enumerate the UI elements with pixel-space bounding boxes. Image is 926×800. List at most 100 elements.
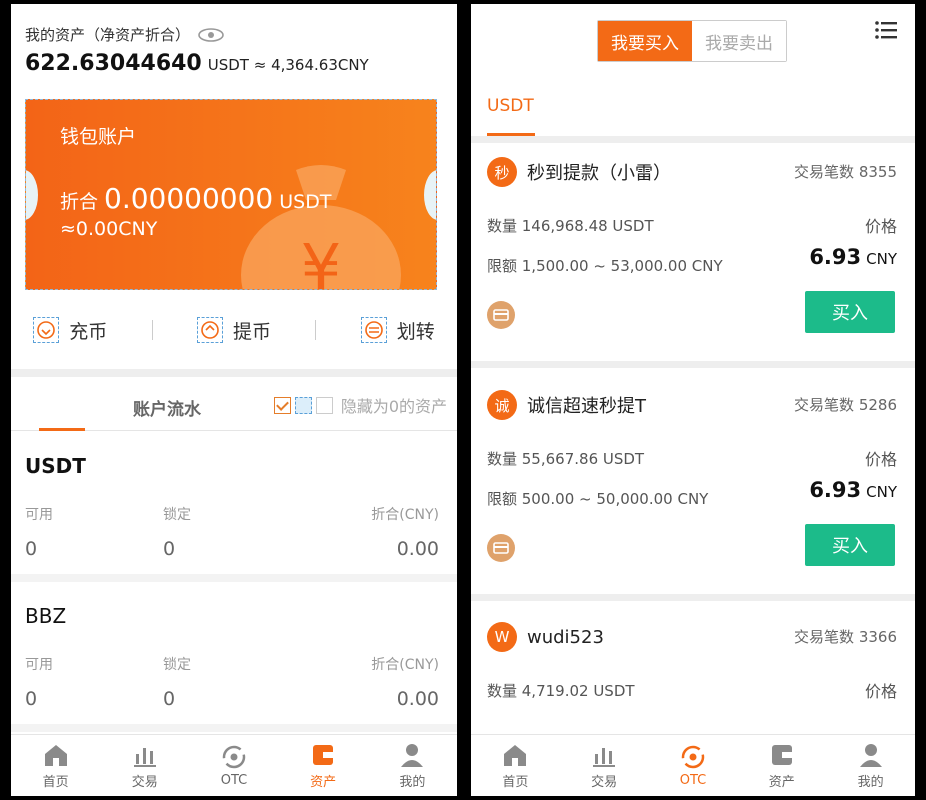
- avatar: 秒: [487, 157, 517, 187]
- cny-label: 折合(CNY): [371, 657, 439, 673]
- wallet-name: 钱包账户: [60, 126, 137, 148]
- assets-screen: 我的资产（净资产折合） 622.63044640 USDT ≈ 4,364.63…: [11, 4, 457, 796]
- wallet-total-label: 折合: [60, 191, 99, 213]
- checkbox-empty-icon[interactable]: [315, 396, 333, 414]
- menu-icon[interactable]: [875, 20, 897, 40]
- buy-tab[interactable]: 我要买入: [598, 21, 692, 61]
- money-bag-icon: ¥: [241, 165, 401, 290]
- price-label: 价格: [864, 682, 897, 701]
- available-value: 0: [25, 688, 38, 710]
- tab-trade[interactable]: 交易: [574, 742, 634, 790]
- user-icon: [401, 743, 424, 767]
- merchant-name[interactable]: 诚信超速秒提T: [527, 392, 646, 418]
- tab-active-indicator: [39, 428, 85, 431]
- tab-account-flow[interactable]: 账户流水: [133, 395, 201, 420]
- tab-assets[interactable]: 资产: [293, 742, 353, 790]
- limit: 限额 500.00 ~ 50,000.00 CNY: [487, 490, 709, 508]
- available-label: 可用: [25, 507, 53, 523]
- quantity: 数量 4,719.02 USDT: [487, 682, 635, 700]
- checkbox-checked-icon[interactable]: [273, 396, 291, 414]
- tab-label: 资产: [310, 774, 337, 790]
- transfer-button[interactable]: 划转: [360, 317, 435, 344]
- withdraw-label: 提币: [232, 320, 271, 343]
- available-label: 可用: [25, 657, 53, 673]
- assets-header: 我的资产（净资产折合） 622.63044640 USDT ≈ 4,364.63…: [25, 24, 369, 76]
- tab-usdt[interactable]: USDT: [487, 96, 534, 116]
- available-value: 0: [25, 538, 38, 560]
- tab-home[interactable]: 首页: [26, 742, 86, 790]
- locked-label: 锁定: [163, 657, 191, 673]
- tab-label: OTC: [220, 772, 248, 788]
- home-icon: [44, 744, 67, 766]
- bottom-tabbar: 首页 交易 OTC 资产 我的: [471, 734, 915, 796]
- tab-assets[interactable]: 资产: [752, 742, 812, 790]
- wallet-cny: ≈0.00CNY: [60, 218, 158, 240]
- wallet-card[interactable]: ¥ 钱包账户 折合 0.00000000 USDT ≈0.00CNY: [25, 99, 437, 290]
- limit: 限额 1,500.00 ~ 53,000.00 CNY: [487, 257, 723, 275]
- price-value: 6.93: [809, 478, 862, 502]
- tab-mine[interactable]: 我的: [382, 742, 442, 790]
- hide-zero-toggle[interactable]: 隐藏为0的资产: [273, 393, 447, 417]
- price-unit: CNY: [866, 250, 897, 268]
- section-divider: [471, 594, 915, 601]
- quantity: 数量 146,968.48 USDT: [487, 217, 654, 235]
- ad-card[interactable]: 诚 诚信超速秒提T 交易笔数 5286 数量 55,667.86 USDT 价格…: [471, 376, 915, 594]
- deposit-icon: [33, 317, 60, 343]
- merchant-name[interactable]: 秒到提款（小雷）: [527, 159, 671, 185]
- tab-label: 交易: [131, 774, 158, 790]
- otc-screen: 我要买入 我要卖出 USDT 秒 秒到提款（小雷） 交易笔数 8355 数量 1…: [471, 4, 915, 796]
- tab-label: 我的: [399, 774, 426, 790]
- deposit-button[interactable]: 充币: [33, 317, 107, 344]
- tab-label: 首页: [42, 774, 69, 790]
- avatar: W: [487, 622, 517, 652]
- wallet-actions: 充币 提币 划转: [11, 304, 457, 356]
- section-divider: [471, 361, 915, 368]
- divider: [315, 320, 317, 340]
- tab-trade[interactable]: 交易: [115, 742, 175, 790]
- trade-count: 交易笔数 3366: [794, 628, 897, 646]
- sell-tab[interactable]: 我要卖出: [692, 21, 786, 61]
- tab-otc[interactable]: OTC: [663, 744, 723, 788]
- quantity: 数量 55,667.86 USDT: [487, 450, 645, 468]
- assets-title: 我的资产（净资产折合）: [25, 26, 191, 44]
- asset-tabs: 账户流水 隐藏为0的资产: [11, 377, 457, 431]
- tab-label: 资产: [768, 774, 795, 790]
- cny-label: 折合(CNY): [371, 507, 439, 523]
- wallet-total-unit: USDT: [279, 191, 332, 213]
- bottom-tabbar: 首页 交易 OTC 资产 我的: [11, 734, 457, 796]
- tab-home[interactable]: 首页: [485, 742, 545, 790]
- withdraw-icon: [196, 317, 223, 343]
- bank-card-icon: [487, 301, 515, 329]
- trade-count: 交易笔数 8355: [794, 163, 897, 181]
- tab-label: 交易: [591, 774, 618, 790]
- merchant-name[interactable]: wudi523: [527, 627, 604, 648]
- buy-sell-switch: 我要买入 我要卖出: [597, 20, 787, 62]
- wallet-icon: [771, 744, 792, 765]
- card-notch-right: [424, 170, 436, 220]
- tab-label: 首页: [502, 774, 529, 790]
- trade-count: 交易笔数 5286: [794, 396, 897, 414]
- tab-mine[interactable]: 我的: [841, 742, 901, 790]
- eye-icon[interactable]: [198, 27, 224, 42]
- coin-row-usdt[interactable]: USDT 可用 锁定 折合(CNY) 0 0 0.00: [11, 432, 457, 582]
- home-icon: [504, 744, 527, 766]
- checkbox-icon[interactable]: [294, 396, 312, 414]
- svg-text:¥: ¥: [301, 232, 342, 290]
- wallet-icon: [313, 744, 334, 765]
- locked-value: 0: [163, 538, 176, 560]
- tab-otc[interactable]: OTC: [204, 744, 264, 788]
- coin-name: BBZ: [25, 604, 67, 628]
- section-divider: [11, 369, 457, 377]
- buy-button[interactable]: 买入: [805, 524, 895, 566]
- cny-value: 0.00: [396, 688, 439, 710]
- chart-icon: [133, 747, 156, 767]
- ad-card[interactable]: 秒 秒到提款（小雷） 交易笔数 8355 数量 146,968.48 USDT …: [471, 143, 915, 361]
- ad-card[interactable]: W wudi523 交易笔数 3366 数量 4,719.02 USDT 价格: [471, 608, 915, 738]
- withdraw-button[interactable]: 提币: [196, 317, 271, 344]
- assets-unit: USDT ≈ 4,364.63CNY: [207, 56, 369, 74]
- transfer-icon: [360, 317, 387, 343]
- buy-button[interactable]: 买入: [805, 291, 895, 333]
- coin-row-bbz[interactable]: BBZ 可用 锁定 折合(CNY) 0 0 0.00: [11, 582, 457, 732]
- otc-icon: [222, 745, 246, 768]
- tab-label: OTC: [679, 772, 707, 788]
